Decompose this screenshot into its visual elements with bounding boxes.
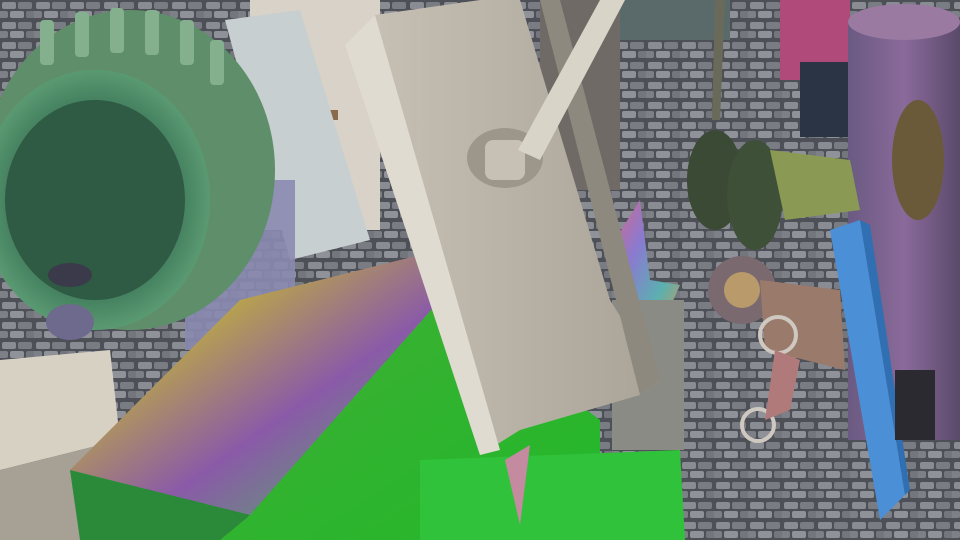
green-small-block [420,450,685,540]
dark-cube [895,370,935,440]
render-scene [0,0,960,540]
